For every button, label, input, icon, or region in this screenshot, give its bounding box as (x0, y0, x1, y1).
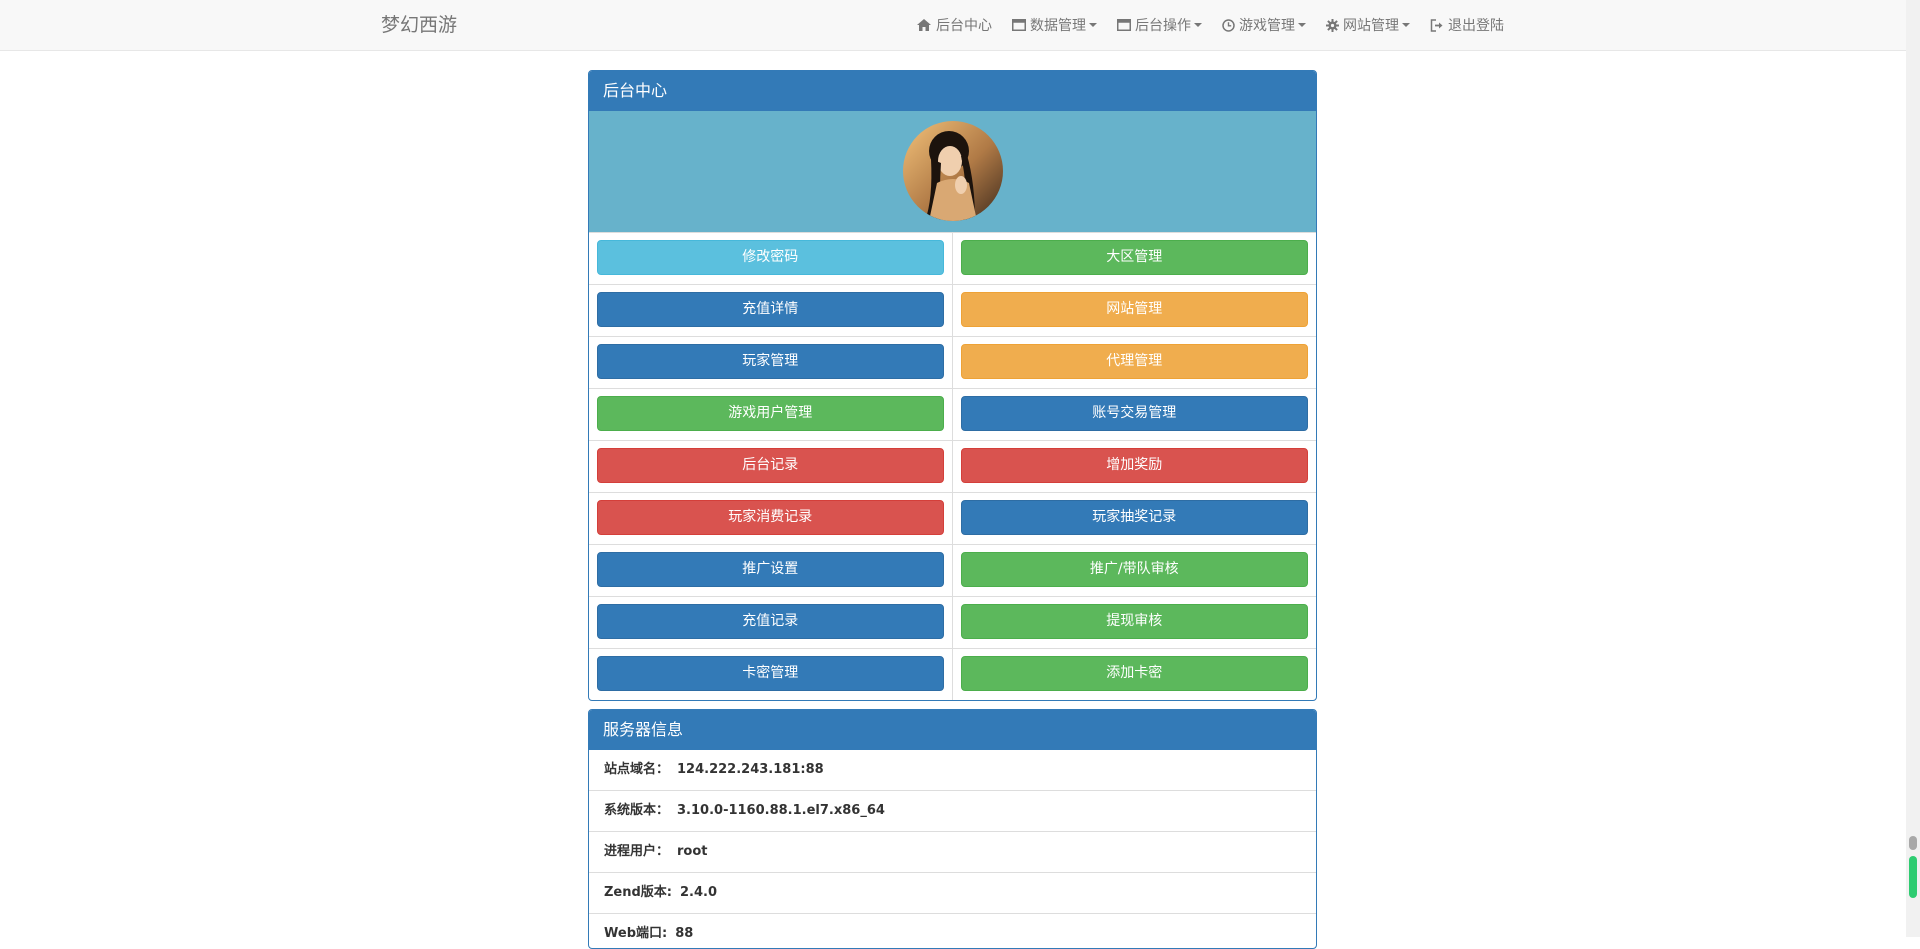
nav-item-label: 退出登陆 (1448, 18, 1504, 34)
nav-item-3[interactable]: 游戏管理 (1212, 0, 1316, 50)
server-info-panel: 服务器信息 站点域名： 124.222.243.181:88 系统版本： 3.10.0… (588, 709, 1317, 949)
button-row: 推广设置 推广/带队审核 (589, 545, 1316, 597)
server-info-row: 站点域名： 124.222.243.181:88 (589, 750, 1316, 791)
page-scrollbar[interactable] (1906, 0, 1920, 937)
admin-button[interactable]: 添加卡密 (960, 656, 1308, 691)
info-label: 系统版本： (604, 803, 670, 818)
button-cell: 玩家消费记录 (589, 493, 953, 544)
nav-item-label: 游戏管理 (1239, 18, 1295, 34)
button-cell: 账号交易管理 (953, 389, 1317, 440)
brand-logo-text[interactable]: 梦幻西游 (381, 0, 457, 50)
nav-item-2[interactable]: 后台操作 (1107, 0, 1212, 50)
button-row: 玩家消费记录 玩家抽奖记录 (589, 493, 1316, 545)
user-avatar (903, 121, 1003, 221)
nav-item-label: 后台操作 (1135, 18, 1191, 34)
info-value: 2.4.0 (680, 885, 718, 900)
admin-button[interactable]: 大区管理 (960, 240, 1308, 275)
admin-center-title: 后台中心 (589, 71, 1316, 111)
admin-button[interactable]: 充值记录 (597, 604, 944, 639)
button-cell: 提现审核 (953, 597, 1317, 648)
nav-item-1[interactable]: 数据管理 (1002, 0, 1107, 50)
admin-button[interactable]: 增加奖励 (960, 448, 1308, 483)
admin-button[interactable]: 修改密码 (597, 240, 944, 275)
admin-button[interactable]: 充值详情 (597, 292, 944, 327)
button-row: 修改密码 大区管理 (589, 233, 1316, 285)
admin-button-grid: 修改密码 大区管理 充值详情 网站管理 玩家管理 代理管理 游戏用户管理 账号交易管理 后台记录… (589, 233, 1316, 700)
admin-button[interactable]: 网站管理 (960, 292, 1308, 327)
button-cell: 增加奖励 (953, 441, 1317, 492)
caret-down-icon (1089, 23, 1097, 27)
button-row: 充值详情 网站管理 (589, 285, 1316, 337)
scrollbar-thumb[interactable] (1909, 836, 1917, 850)
button-cell: 充值详情 (589, 285, 953, 336)
top-navbar: 梦幻西游 后台中心 数据管理 后台操作 游戏管理 网站管理 退出登陆 (0, 0, 1906, 51)
button-cell: 代理管理 (953, 337, 1317, 388)
button-cell: 玩家管理 (589, 337, 953, 388)
nav-item-4[interactable]: 网站管理 (1316, 0, 1420, 50)
admin-button[interactable]: 后台记录 (597, 448, 944, 483)
caret-down-icon (1402, 23, 1410, 27)
button-cell: 推广/带队审核 (953, 545, 1317, 596)
button-cell: 卡密管理 (589, 649, 953, 700)
button-cell: 玩家抽奖记录 (953, 493, 1317, 544)
info-label: 站点域名： (604, 762, 670, 777)
server-info-row: 进程用户： root (589, 832, 1316, 873)
button-cell: 网站管理 (953, 285, 1317, 336)
caret-down-icon (1298, 23, 1306, 27)
clock-icon (1222, 18, 1235, 32)
admin-button[interactable]: 游戏用户管理 (597, 396, 944, 431)
info-label: 进程用户： (604, 844, 670, 859)
button-cell: 修改密码 (589, 233, 953, 284)
info-value: 88 (675, 926, 694, 941)
button-cell: 大区管理 (953, 233, 1317, 284)
button-cell: 添加卡密 (953, 649, 1317, 700)
admin-button[interactable]: 提现审核 (960, 604, 1308, 639)
nav-menu: 后台中心 数据管理 后台操作 游戏管理 网站管理 退出登陆 (906, 0, 1514, 50)
server-info-row: Zend版本: 2.4.0 (589, 873, 1316, 914)
nav-item-5[interactable]: 退出登陆 (1420, 0, 1514, 50)
window-icon (1012, 19, 1026, 31)
nav-item-label: 数据管理 (1030, 18, 1086, 34)
gear-icon (1326, 18, 1339, 32)
info-value: root (677, 844, 708, 859)
admin-button[interactable]: 玩家抽奖记录 (960, 500, 1308, 535)
button-cell: 后台记录 (589, 441, 953, 492)
button-row: 充值记录 提现审核 (589, 597, 1316, 649)
button-row: 玩家管理 代理管理 (589, 337, 1316, 389)
info-value: 3.10.0-1160.88.1.el7.x86_64 (677, 803, 885, 818)
server-info-list: 站点域名： 124.222.243.181:88 系统版本： 3.10.0-1160.… (589, 750, 1316, 948)
info-label: Web端口: (604, 926, 668, 941)
admin-button[interactable]: 玩家管理 (597, 344, 944, 379)
scroll-progress-indicator (1909, 856, 1917, 898)
info-label: Zend版本: (604, 885, 673, 900)
button-cell: 推广设置 (589, 545, 953, 596)
home-icon (916, 18, 932, 32)
admin-button[interactable]: 代理管理 (960, 344, 1308, 379)
admin-center-panel: 后台中心 修改密码 大区管理 充值详情 网站管理 玩家管理代理管理 游戏用户管理… (588, 70, 1317, 701)
admin-button[interactable]: 账号交易管理 (960, 396, 1308, 431)
server-info-row: Web端口: 88 (589, 914, 1316, 948)
logout-icon (1430, 18, 1444, 32)
nav-item-label: 网站管理 (1343, 18, 1399, 34)
window-icon (1117, 19, 1131, 31)
caret-down-icon (1194, 23, 1202, 27)
button-row: 后台记录 增加奖励 (589, 441, 1316, 493)
nav-item-label: 后台中心 (936, 18, 992, 34)
admin-button[interactable]: 卡密管理 (597, 656, 944, 691)
admin-button[interactable]: 推广/带队审核 (960, 552, 1308, 587)
admin-button[interactable]: 推广设置 (597, 552, 944, 587)
avatar-image (903, 121, 1003, 221)
admin-button[interactable]: 玩家消费记录 (597, 500, 944, 535)
info-value: 124.222.243.181:88 (677, 762, 824, 777)
server-info-row: 系统版本： 3.10.0-1160.88.1.el7.x86_64 (589, 791, 1316, 832)
button-row: 卡密管理 添加卡密 (589, 649, 1316, 700)
button-cell: 游戏用户管理 (589, 389, 953, 440)
nav-item-0[interactable]: 后台中心 (906, 0, 1002, 50)
button-row: 游戏用户管理 账号交易管理 (589, 389, 1316, 441)
profile-banner (589, 111, 1316, 233)
server-info-title: 服务器信息 (589, 710, 1316, 750)
button-cell: 充值记录 (589, 597, 953, 648)
